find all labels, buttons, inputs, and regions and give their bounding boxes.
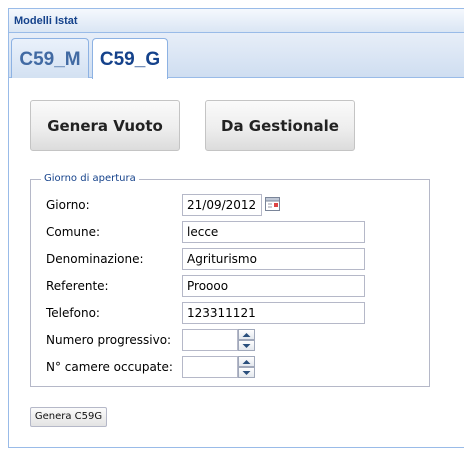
spin-down-icon[interactable]: [238, 367, 255, 378]
generate-empty-button[interactable]: Genera Vuoto: [30, 100, 180, 151]
tab-c59-g[interactable]: C59_G: [92, 38, 168, 79]
spin-up-icon[interactable]: [238, 356, 255, 367]
spin-down-icon[interactable]: [238, 340, 255, 351]
referente-label: Referente:: [46, 279, 109, 293]
from-management-button[interactable]: Da Gestionale: [205, 100, 355, 151]
tab-body: Genera Vuoto Da Gestionale Giorno di ape…: [9, 79, 464, 447]
spin-up-icon[interactable]: [238, 329, 255, 340]
fieldset-legend: Giorno di apertura: [41, 173, 139, 184]
numero-progressivo-field[interactable]: [182, 329, 238, 351]
panel-title: Modelli Istat: [9, 9, 464, 33]
comune-label: Comune:: [46, 225, 101, 239]
tab-strip: C59_M C59_G: [9, 33, 464, 79]
camere-occupate-label: N° camere occupate:: [46, 360, 173, 374]
calendar-icon[interactable]: [264, 195, 282, 213]
camere-occupate-field[interactable]: [182, 356, 238, 378]
telefono-field[interactable]: 123311121: [182, 302, 365, 324]
denominazione-label: Denominazione:: [46, 252, 144, 266]
tab-c59-m[interactable]: C59_M: [11, 38, 89, 78]
generate-c59g-button[interactable]: Genera C59G: [30, 407, 107, 427]
giorno-date-field[interactable]: 21/09/2012: [182, 194, 262, 216]
giorno-label: Giorno:: [46, 198, 90, 212]
istat-models-panel: Modelli Istat C59_M C59_G Genera Vuoto D…: [8, 8, 464, 448]
opening-day-fieldset: Giorno di apertura Giorno: 21/09/2012 Co…: [30, 173, 430, 387]
numero-progressivo-spinner: [238, 329, 255, 351]
numero-progressivo-label: Numero progressivo:: [46, 333, 172, 347]
telefono-label: Telefono:: [46, 306, 100, 320]
comune-field[interactable]: lecce: [182, 221, 365, 243]
referente-field[interactable]: Proooo: [182, 275, 365, 297]
camere-occupate-spinner: [238, 356, 255, 378]
denominazione-field[interactable]: Agriturismo: [182, 248, 365, 270]
